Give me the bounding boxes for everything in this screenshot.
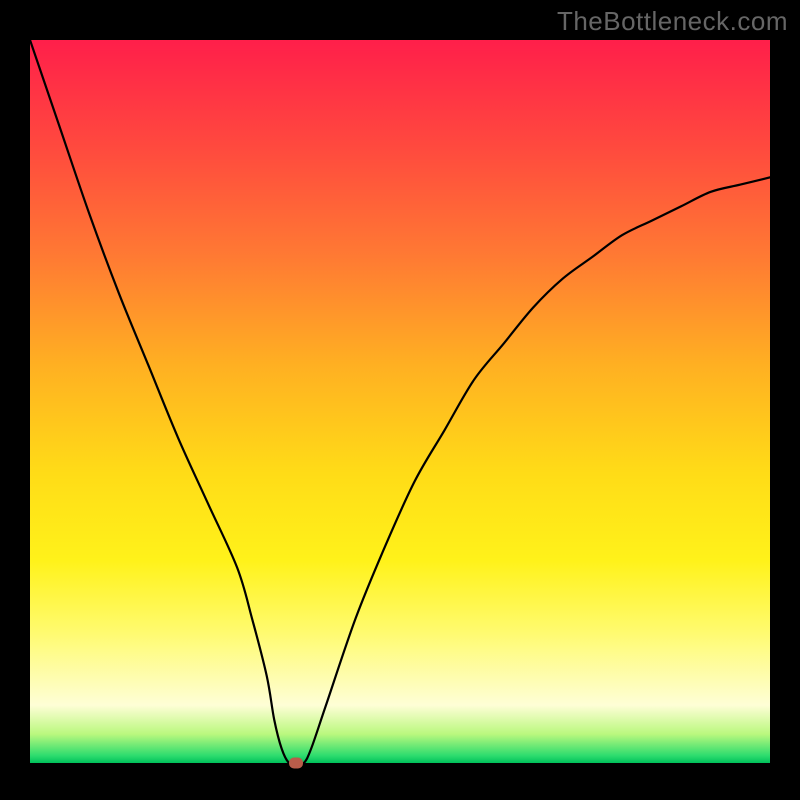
bottleneck-curve — [30, 40, 770, 763]
chart-frame: TheBottleneck.com — [0, 0, 800, 800]
watermark-text: TheBottleneck.com — [557, 6, 788, 37]
plot-area — [30, 40, 770, 763]
optimum-marker — [289, 758, 303, 769]
curve-svg — [30, 40, 770, 763]
